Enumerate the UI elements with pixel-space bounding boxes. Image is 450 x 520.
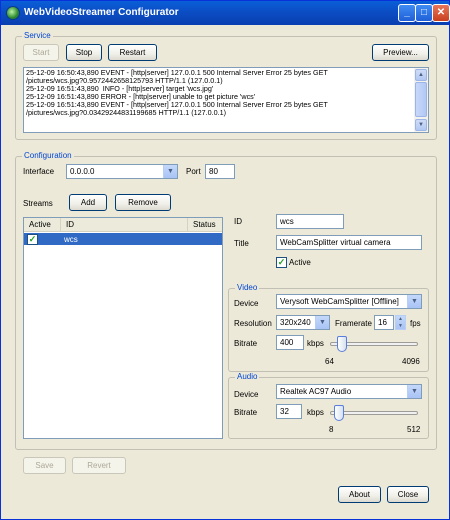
video-device-label: Device bbox=[234, 299, 259, 308]
audio-bitrate-input[interactable]: 32 bbox=[276, 404, 302, 419]
title-input[interactable]: WebCamSplitter virtual camera bbox=[276, 235, 422, 250]
video-bitrate-input[interactable]: 400 bbox=[276, 335, 304, 350]
window-title: WebVideoStreamer Configurator bbox=[24, 7, 179, 18]
save-button[interactable]: Save bbox=[23, 457, 66, 474]
streams-table[interactable]: Active ID Status ✓ wcs bbox=[23, 217, 223, 439]
resolution-value: 320x240 bbox=[280, 318, 311, 327]
log-scrollbar[interactable]: ▲ ▼ bbox=[414, 68, 428, 132]
minimize-icon: _ bbox=[404, 7, 410, 18]
row-id: wcs bbox=[64, 235, 78, 244]
video-bitrate-max: 4096 bbox=[402, 357, 420, 366]
close-button[interactable]: Close bbox=[387, 486, 429, 503]
log-lines: 25-12-09 16:50:43,890 EVENT - [http|serv… bbox=[26, 68, 414, 118]
title-label: Title bbox=[234, 239, 249, 248]
id-label: ID bbox=[234, 217, 242, 226]
streams-label: Streams bbox=[23, 199, 53, 208]
framerate-label: Framerate bbox=[335, 319, 372, 328]
scroll-down-icon[interactable]: ▼ bbox=[415, 119, 427, 131]
maximize-button[interactable]: □ bbox=[415, 4, 433, 22]
service-group-label: Service bbox=[22, 31, 53, 40]
remove-stream-button[interactable]: Remove bbox=[115, 194, 171, 211]
scroll-up-icon[interactable]: ▲ bbox=[415, 69, 427, 81]
preview-button[interactable]: Preview... bbox=[372, 44, 429, 61]
checkmark-icon: ✓ bbox=[277, 257, 286, 267]
log-line: /pictures/wcs.jpg?0.03429244831199685 HT… bbox=[26, 108, 227, 118]
video-device-value: Verysoft WebCamSplitter [Offline] bbox=[280, 297, 399, 306]
framerate-input[interactable]: 16 bbox=[374, 315, 394, 330]
chevron-down-icon[interactable]: ▼ bbox=[407, 385, 421, 398]
port-input[interactable]: 80 bbox=[205, 164, 235, 179]
active-label: Active bbox=[289, 258, 311, 267]
column-status[interactable]: Status bbox=[187, 218, 222, 232]
video-group-label: Video bbox=[235, 283, 260, 292]
configuration-group-label: Configuration bbox=[22, 151, 74, 160]
port-label: Port bbox=[186, 167, 201, 176]
stop-button[interactable]: Stop bbox=[66, 44, 102, 61]
about-button[interactable]: About bbox=[338, 486, 381, 503]
audio-device-select[interactable]: Realtek AC97 Audio ▼ bbox=[276, 384, 422, 399]
video-kbps-unit: kbps bbox=[307, 339, 324, 348]
audio-bitrate-slider-thumb[interactable] bbox=[334, 405, 345, 421]
resolution-select[interactable]: 320x240 ▼ bbox=[276, 315, 330, 330]
app-globe-icon bbox=[6, 6, 20, 20]
chevron-down-icon[interactable]: ▼ bbox=[163, 165, 177, 178]
table-row[interactable]: ✓ wcs bbox=[24, 233, 222, 245]
active-checkbox[interactable]: ✓ bbox=[276, 257, 287, 268]
interface-value: 0.0.0.0 bbox=[70, 167, 95, 176]
title-bar[interactable]: WebVideoStreamer Configurator _ □ ✕ bbox=[1, 1, 450, 25]
service-log[interactable]: 25-12-09 16:50:43,890 EVENT - [http|serv… bbox=[23, 67, 429, 133]
restart-button[interactable]: Restart bbox=[108, 44, 157, 61]
video-bitrate-label: Bitrate bbox=[234, 339, 258, 348]
column-active[interactable]: Active bbox=[24, 218, 60, 232]
close-icon: ✕ bbox=[436, 7, 446, 18]
fps-unit: fps bbox=[410, 319, 421, 328]
chevron-down-icon[interactable]: ▼ bbox=[315, 316, 329, 329]
resolution-label: Resolution bbox=[234, 319, 272, 328]
audio-device-value: Realtek AC97 Audio bbox=[280, 387, 352, 396]
chevron-down-icon[interactable]: ▼ bbox=[407, 295, 421, 308]
audio-bitrate-min: 8 bbox=[329, 425, 334, 434]
configurator-window: WebVideoStreamer Configurator _ □ ✕ Serv… bbox=[0, 0, 450, 520]
close-window-button[interactable]: ✕ bbox=[432, 4, 450, 22]
video-bitrate-min: 64 bbox=[325, 357, 334, 366]
add-stream-button[interactable]: Add bbox=[69, 194, 107, 211]
framerate-stepper[interactable]: ▲ ▼ bbox=[395, 315, 406, 330]
scroll-thumb[interactable] bbox=[415, 82, 427, 117]
audio-group-label: Audio bbox=[235, 372, 260, 381]
revert-button[interactable]: Revert bbox=[72, 457, 126, 474]
video-device-select[interactable]: Verysoft WebCamSplitter [Offline] ▼ bbox=[276, 294, 422, 309]
audio-device-label: Device bbox=[234, 390, 259, 399]
video-bitrate-slider-thumb[interactable] bbox=[336, 336, 347, 352]
audio-bitrate-label: Bitrate bbox=[234, 408, 258, 417]
minimize-button[interactable]: _ bbox=[398, 4, 416, 22]
id-input[interactable]: wcs bbox=[276, 214, 344, 229]
row-active-checkbox[interactable]: ✓ bbox=[27, 234, 38, 245]
maximize-icon: □ bbox=[420, 7, 428, 18]
column-id[interactable]: ID bbox=[60, 218, 208, 232]
start-button[interactable]: Start bbox=[23, 44, 59, 61]
audio-kbps-unit: kbps bbox=[307, 408, 324, 417]
audio-bitrate-max: 512 bbox=[407, 425, 421, 434]
interface-label: Interface bbox=[23, 167, 55, 176]
checkmark-icon: ✓ bbox=[28, 234, 37, 244]
interface-select[interactable]: 0.0.0.0 ▼ bbox=[66, 164, 178, 179]
